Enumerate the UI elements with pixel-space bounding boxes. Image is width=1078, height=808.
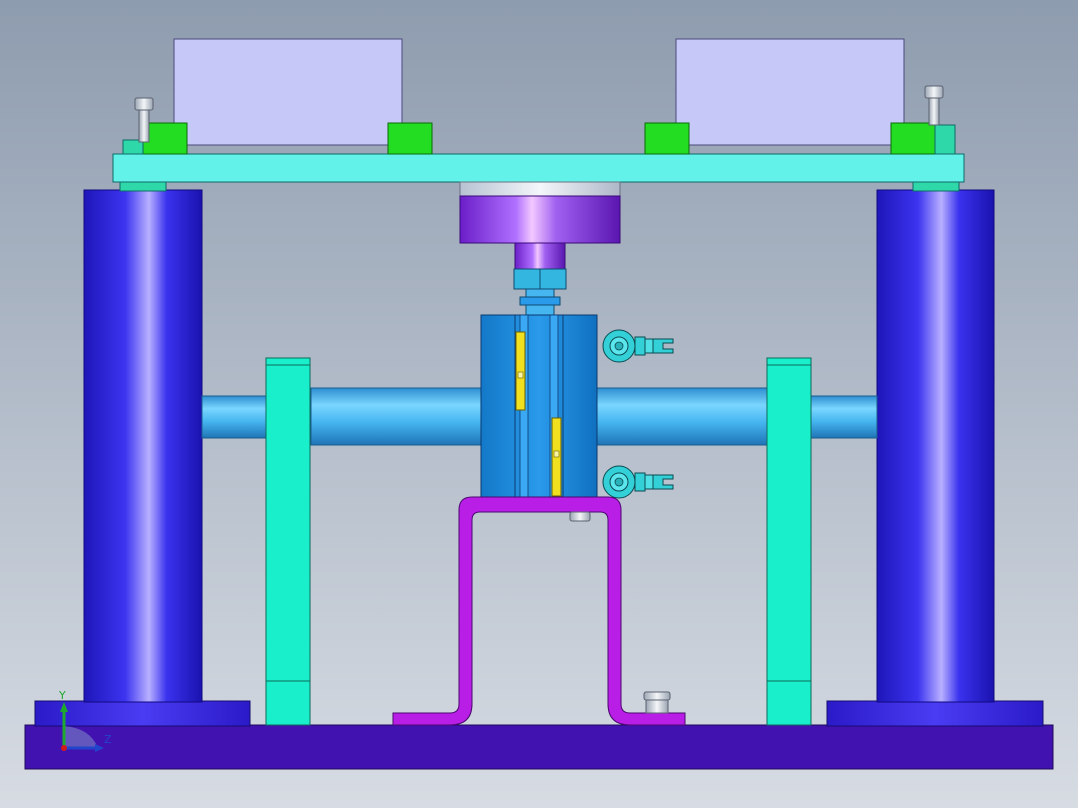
right-column	[876, 189, 995, 703]
guide-shaft-mid-left	[310, 387, 484, 446]
pneumatic-cylinder	[480, 314, 598, 498]
green-pad-1	[142, 122, 188, 155]
triad-y-label: Y	[58, 689, 66, 702]
top-plate	[112, 153, 965, 183]
load-cell-stem	[514, 242, 566, 270]
right-top-block	[675, 38, 905, 146]
hex-nut	[513, 268, 567, 290]
x-axis-point	[61, 745, 67, 751]
left-column-foot	[34, 700, 251, 727]
base-screw	[643, 691, 671, 714]
guide-shaft-right	[810, 395, 878, 439]
green-pad-4	[890, 122, 936, 155]
cad-viewport[interactable]: Y Z	[0, 0, 1078, 808]
bracket-screw	[569, 511, 591, 522]
piston-rod-coupling	[519, 288, 561, 316]
left-column	[83, 189, 203, 703]
base-plate	[24, 724, 1054, 770]
triad-z-label: Z	[104, 733, 112, 746]
right-support-plate	[766, 357, 812, 726]
green-pad-3	[644, 122, 690, 155]
left-spacer	[119, 181, 167, 192]
right-spacer	[912, 181, 960, 192]
assembly-drawing: Y Z	[0, 0, 1078, 808]
left-top-block	[173, 38, 403, 146]
lower-reed-sensor	[551, 417, 562, 497]
load-cell-ring	[459, 181, 621, 197]
upper-reed-sensor	[515, 331, 526, 411]
load-cell	[459, 195, 621, 244]
right-column-foot	[826, 700, 1044, 727]
guide-shaft-mid-right	[595, 387, 769, 446]
guide-shaft-left	[201, 395, 269, 439]
left-support-plate	[265, 357, 311, 726]
right-pin-post	[934, 124, 956, 155]
green-pad-2	[387, 122, 433, 155]
